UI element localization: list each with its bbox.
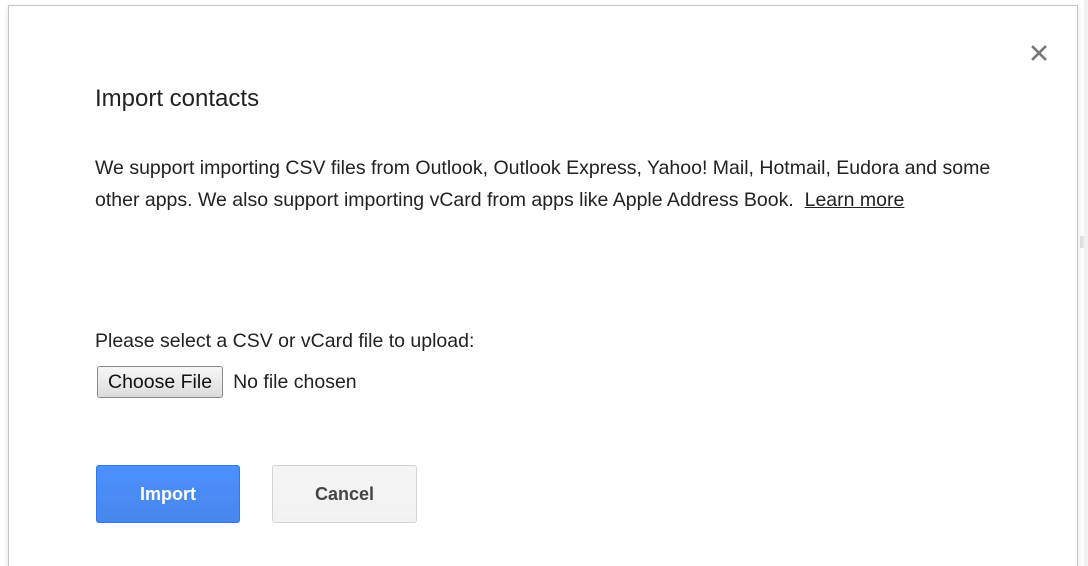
background-page-mark (1080, 236, 1084, 248)
file-status: No file chosen (233, 370, 357, 393)
background-page-edge (1084, 0, 1088, 566)
learn-more-link[interactable]: Learn more (805, 189, 905, 211)
import-contacts-dialog: Import contacts We support importing CSV… (8, 5, 1078, 566)
choose-file-button[interactable]: Choose File (97, 366, 224, 398)
close-button[interactable] (1024, 38, 1054, 68)
import-button[interactable]: Import (96, 465, 240, 523)
cancel-button[interactable]: Cancel (272, 465, 417, 523)
import-description: We support importing CSV files from Outl… (95, 152, 1015, 216)
file-input: Choose File No file chosen (97, 365, 357, 399)
close-icon (1031, 45, 1047, 61)
dialog-title: Import contacts (95, 85, 260, 112)
upload-prompt: Please select a CSV or vCard file to upl… (95, 330, 475, 352)
page-backdrop: Import contacts We support importing CSV… (0, 0, 1088, 566)
